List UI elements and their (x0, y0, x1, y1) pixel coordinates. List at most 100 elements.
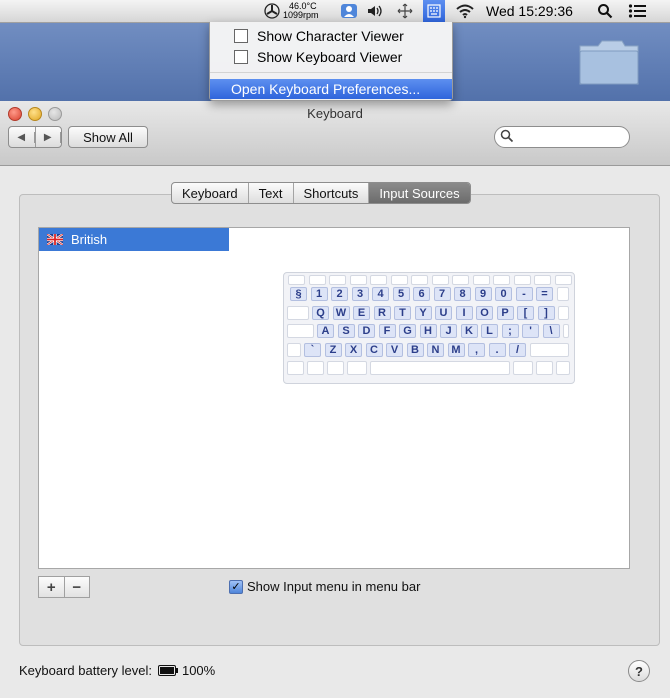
keyboard-key: O (476, 305, 493, 320)
keyboard-key: 4 (372, 287, 389, 301)
keyboard-key-blank (370, 275, 387, 285)
keyboard-key-modifier (536, 361, 553, 375)
tab-bar: Keyboard Text Shortcuts Input Sources (171, 182, 471, 204)
keyboard-key: 2 (331, 287, 348, 301)
keyboard-key-blank (349, 275, 367, 285)
keyboard-key: , (468, 342, 485, 357)
wifi-icon[interactable] (455, 0, 475, 22)
keyboard-key-modifier (556, 361, 570, 375)
menu-bar: 46.0°C 1099rpm Wed 15:29:36 (0, 0, 670, 23)
show-all-button[interactable]: Show All (68, 126, 148, 148)
keyboard-key: F (378, 324, 396, 338)
keyboard-key: D (358, 324, 375, 338)
battery-label: Keyboard battery level: (19, 663, 152, 678)
keyboard-key-modifier (327, 361, 344, 375)
remove-source-button[interactable]: − (65, 577, 90, 597)
user-icon[interactable] (340, 0, 358, 22)
tab-keyboard[interactable]: Keyboard (172, 183, 249, 203)
keyboard-viewer-icon (234, 50, 248, 64)
keyboard-key: H (419, 324, 437, 338)
tab-shortcuts[interactable]: Shortcuts (294, 183, 370, 203)
forward-arrow-icon: ▶ (36, 131, 61, 143)
battery-status: Keyboard battery level: 100% (19, 663, 215, 678)
keyboard-key: 5 (392, 287, 410, 301)
add-source-button[interactable]: + (39, 577, 65, 597)
keyboard-key: / (509, 342, 526, 357)
keyboard-key-modifier (287, 305, 309, 320)
help-button[interactable]: ? (628, 660, 650, 682)
keyboard-key: T (394, 305, 411, 320)
keyboard-key: U (435, 305, 452, 320)
menu-item-show-character-viewer[interactable]: Show Character Viewer (210, 26, 452, 46)
keyboard-key-blank (329, 275, 346, 285)
window-titlebar: Keyboard ◀ ▶ Show All (0, 101, 670, 166)
character-viewer-icon (234, 29, 248, 43)
keyboard-key: = (536, 287, 553, 301)
input-menu-icon[interactable] (423, 0, 445, 22)
temperature-readout[interactable]: 46.0°C 1099rpm (283, 2, 319, 20)
menu-clock[interactable]: Wed 15:29:36 (486, 0, 573, 22)
keyboard-key-blank (513, 275, 531, 285)
keyboard-key-modifier (287, 342, 301, 357)
keyboard-key-blank (288, 275, 305, 285)
menu-item-open-keyboard-preferences[interactable]: Open Keyboard Preferences... (210, 79, 452, 99)
keyboard-key: 3 (351, 287, 369, 301)
notification-center-icon[interactable] (628, 0, 648, 22)
show-input-menu-checkbox[interactable]: ✓ (229, 579, 243, 594)
keyboard-key: Z (324, 342, 342, 357)
keyboard-key-blank (308, 275, 326, 285)
tab-input-sources[interactable]: Input Sources (369, 183, 470, 203)
add-remove-buttons: + − (38, 576, 90, 598)
keyboard-key-modifier (529, 342, 569, 357)
keyboard-key: L (481, 324, 498, 338)
keyboard-key: J (440, 324, 457, 338)
input-menu-dropdown: Show Character Viewer Show Keyboard View… (209, 22, 453, 101)
forward-button[interactable]: ▶ (36, 127, 61, 147)
bluetooth-move-icon[interactable] (397, 0, 413, 22)
tab-text[interactable]: Text (249, 183, 294, 203)
keyboard-key: 7 (433, 287, 451, 301)
keyboard-key: A (317, 324, 334, 338)
keyboard-key-space (370, 361, 510, 375)
keyboard-key: P (496, 305, 514, 320)
keyboard-key-blank (411, 275, 428, 285)
list-item[interactable]: British (39, 228, 229, 251)
battery-icon (157, 665, 178, 676)
keyboard-key-modifier (558, 305, 569, 320)
search-icon (500, 129, 514, 148)
keyboard-key: E (353, 305, 370, 320)
menu-item-label: Show Character Viewer (257, 28, 404, 44)
keyboard-preferences-window: Keyboard ◀ ▶ Show All Keyboard Text Shor… (0, 101, 670, 698)
keyboard-key: ] (537, 305, 555, 320)
keyboard-key: G (399, 324, 416, 338)
keyboard-diagram: § 1 2 3 4 5 6 7 8 9 0- = Q W E R T Y U I O P[] A S D F G H J K L; ' \ ` Z X… (283, 272, 575, 384)
keyboard-key: ; (501, 324, 519, 338)
keyboard-key: ' (522, 324, 539, 338)
keyboard-key: \ (542, 324, 560, 338)
menu-separator (210, 72, 452, 73)
search-field[interactable] (494, 126, 630, 148)
keyboard-key-modifier (287, 361, 304, 375)
keyboard-key: C (365, 342, 383, 357)
menu-item-show-keyboard-viewer[interactable]: Show Keyboard Viewer (210, 47, 452, 67)
spotlight-icon[interactable] (597, 0, 613, 22)
keyboard-key-modifier (513, 361, 533, 375)
volume-icon[interactable] (366, 0, 384, 22)
back-button[interactable]: ◀ (9, 127, 36, 147)
fan-speed-value: 1099rpm (283, 10, 319, 20)
show-input-menu-label: Show Input menu in menu bar (247, 579, 421, 594)
keyboard-key-modifier (563, 324, 569, 338)
keyboard-key: W (332, 305, 350, 320)
keyboard-key-blank (431, 275, 449, 285)
input-sources-list[interactable]: British (38, 227, 230, 569)
folder-icon[interactable] (578, 38, 640, 86)
keyboard-key: N (427, 342, 444, 357)
menu-item-label: Show Keyboard Viewer (257, 49, 403, 65)
fan-icon[interactable] (264, 0, 280, 22)
keyboard-key: Q (312, 305, 329, 320)
show-input-menu-checkbox-row[interactable]: ✓ Show Input menu in menu bar (229, 579, 420, 594)
uk-flag-icon (47, 234, 63, 245)
keyboard-key: X (345, 342, 362, 357)
list-item-label: British (71, 232, 108, 247)
keyboard-key: R (373, 305, 391, 320)
